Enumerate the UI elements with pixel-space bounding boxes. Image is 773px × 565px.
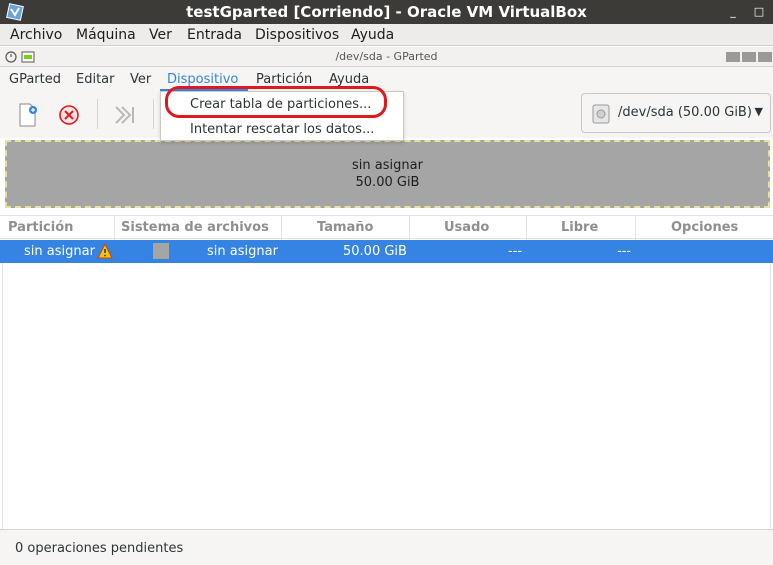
menu-dispositivos[interactable]: Dispositivos xyxy=(255,27,339,43)
close-button[interactable] xyxy=(758,52,772,62)
gparted-titlebar: /dev/sda - GParted xyxy=(0,47,773,67)
gparted-window-title: /dev/sda - GParted xyxy=(335,50,438,63)
menu-entrada[interactable]: Entrada xyxy=(187,27,242,43)
virtualbox-titlebar: testGparted [Corriendo] - Oracle VM Virt… xyxy=(0,0,773,24)
column-separator xyxy=(635,216,636,240)
menu-ver[interactable]: Ver xyxy=(149,27,172,43)
partition-table-body[interactable] xyxy=(2,263,771,529)
new-partition-icon[interactable] xyxy=(12,99,42,129)
menu-ayuda[interactable]: Ayuda xyxy=(329,72,369,87)
menu-ver[interactable]: Ver xyxy=(130,72,151,87)
cell-used: --- xyxy=(508,244,523,259)
warning-icon xyxy=(97,243,113,259)
device-selector[interactable]: /dev/sda (50.00 GiB) ▼ xyxy=(581,93,771,133)
menu-particion[interactable]: Partición xyxy=(256,72,312,87)
gparted-menubar: GParted Editar Ver Dispositivo Partición… xyxy=(0,67,773,91)
cell-free: --- xyxy=(617,244,632,259)
toolbar-separator xyxy=(153,99,154,129)
filesystem-color-swatch xyxy=(153,243,169,259)
disk-graphic-label: sin asignar xyxy=(352,158,423,173)
menu-gparted[interactable]: GParted xyxy=(9,72,61,87)
menu-item-attempt-data-rescue[interactable]: Intentar rescatar los datos... xyxy=(190,122,374,137)
menu-archivo[interactable]: Archivo xyxy=(10,27,62,43)
menu-editar[interactable]: Editar xyxy=(76,72,115,87)
column-usado[interactable]: Usado xyxy=(444,220,489,235)
toolbar-separator xyxy=(97,99,98,129)
menu-ayuda[interactable]: Ayuda xyxy=(351,27,394,43)
disk-graphic-size: 50.00 GiB xyxy=(355,175,420,190)
device-selector-label: /dev/sda (50.00 GiB) xyxy=(618,105,752,120)
disk-graphic[interactable]: sin asignar 50.00 GiB xyxy=(5,140,770,208)
partition-table-header: Partición Sistema de archivos Tamaño Usa… xyxy=(0,215,773,240)
apply-all-icon[interactable] xyxy=(110,99,140,129)
cell-filesystem: sin asignar xyxy=(207,244,278,259)
column-libre[interactable]: Libre xyxy=(561,220,598,235)
menu-maquina[interactable]: Máquina xyxy=(76,27,136,43)
column-separator xyxy=(409,216,410,240)
status-bar: 0 operaciones pendientes xyxy=(0,529,773,565)
column-separator xyxy=(526,216,527,240)
table-row[interactable]: sin asignar sin asignar 50.00 GiB --- --… xyxy=(0,240,773,263)
delete-partition-icon[interactable] xyxy=(54,99,84,129)
hard-disk-icon xyxy=(592,104,610,124)
highlight-annotation-ring xyxy=(165,86,387,118)
minimize-button[interactable] xyxy=(726,52,740,62)
column-sistema-archivos[interactable]: Sistema de archivos xyxy=(121,220,269,235)
column-particion[interactable]: Partición xyxy=(8,220,73,235)
maximize-button[interactable] xyxy=(742,52,756,62)
pending-operations-status: 0 operaciones pendientes xyxy=(15,541,184,556)
column-tamano[interactable]: Tamaño xyxy=(317,220,373,235)
menu-dispositivo[interactable]: Dispositivo xyxy=(167,72,238,87)
cell-size: 50.00 GiB xyxy=(343,244,407,259)
chevron-down-icon: ▼ xyxy=(754,105,763,118)
restore-button[interactable]: □ xyxy=(752,5,766,19)
cell-partition: sin asignar xyxy=(24,244,95,259)
minimize-button[interactable]: _ xyxy=(726,5,740,19)
virtualbox-menubar: Archivo Máquina Ver Entrada Dispositivos… xyxy=(0,24,773,46)
window-title: testGparted [Corriendo] - Oracle VM Virt… xyxy=(186,3,587,21)
column-opciones[interactable]: Opciones xyxy=(671,220,738,235)
column-separator xyxy=(281,216,282,240)
column-separator xyxy=(114,216,115,240)
